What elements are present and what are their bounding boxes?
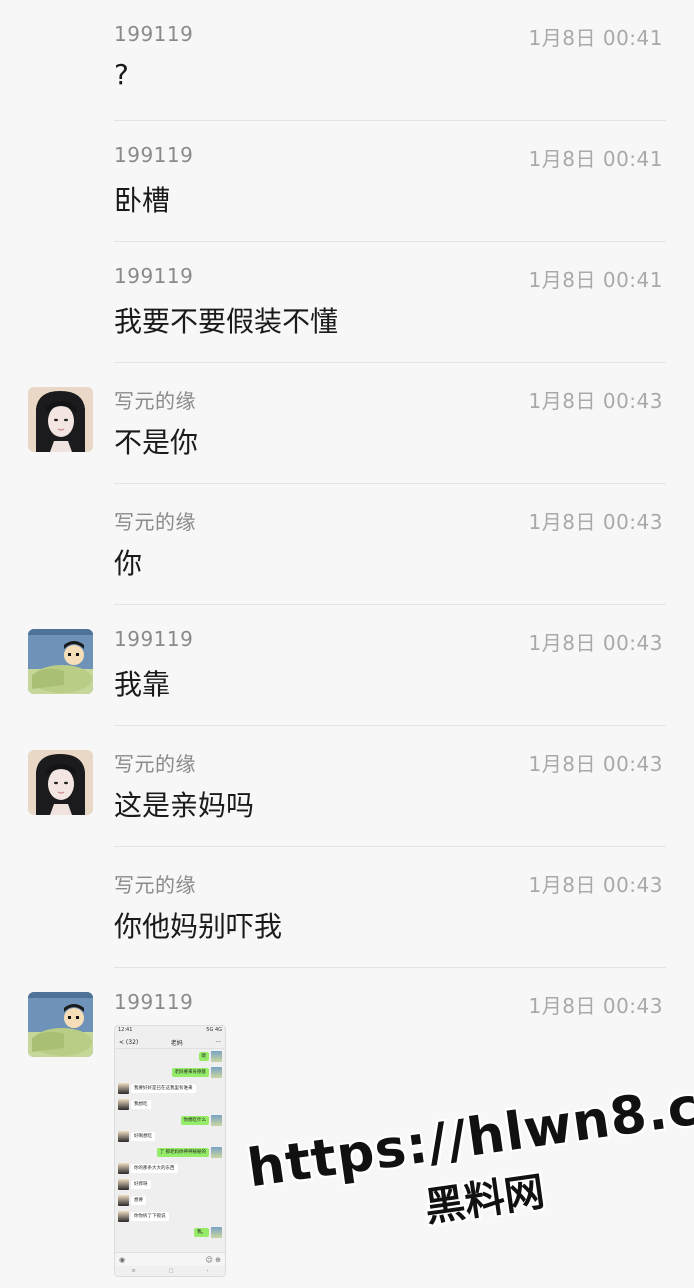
thumbnail-chat-header: < (32) 老妈 ···	[115, 1036, 225, 1049]
message-text[interactable]: ?	[114, 58, 129, 91]
thumbnail-nav-home-icon: □	[168, 1268, 174, 1274]
thumbnail-avatar	[211, 1067, 222, 1078]
sender-name: 199119	[114, 264, 194, 288]
thumbnail-bubble: 我。	[194, 1228, 209, 1237]
thumbnail-avatar	[211, 1227, 222, 1238]
chat-message[interactable]: 199119 1月8日 00:41 卧槽	[0, 121, 694, 242]
thumbnail-bubble: 好啊想吃	[131, 1132, 155, 1141]
sender-name: 199119	[114, 22, 194, 46]
thumbnail-nav-back-icon: ‹	[206, 1268, 209, 1274]
chat-history-list: 199119 1月8日 00:41 ? 199119 1月8日 00:41 卧槽…	[0, 0, 694, 1288]
thumbnail-time: 12:41	[118, 1027, 133, 1033]
thumbnail-message-row: 你你拆了下锁说	[115, 1210, 225, 1225]
message-time: 1月8日 00:41	[528, 268, 663, 292]
chat-message[interactable]: 写元的缘 1月8日 00:43 你	[0, 484, 694, 605]
thumbnail-message-row: 我。	[115, 1226, 225, 1241]
sender-name: 199119	[114, 627, 194, 651]
sender-name: 写元的缘	[114, 389, 196, 413]
thumbnail-bubble: 老妈要来肯德基	[171, 1068, 209, 1077]
chat-message[interactable]: 199119 1月8日 00:43	[0, 968, 694, 1288]
thumbnail-avatar	[118, 1211, 129, 1222]
girl-avatar[interactable]	[28, 387, 93, 452]
thumbnail-back: < (32)	[119, 1038, 139, 1046]
sender-name: 写元的缘	[114, 752, 196, 776]
message-time: 1月8日 00:43	[528, 752, 663, 776]
thumbnail-title: 老妈	[170, 1039, 183, 1047]
thumbnail-avatar	[211, 1051, 222, 1062]
thumbnail-input-bar: ◉ ☺ ⊕	[115, 1252, 225, 1266]
message-text[interactable]: 我要不要假装不懂	[114, 300, 338, 340]
thumbnail-avatar	[118, 1163, 129, 1174]
message-text[interactable]: 你	[114, 542, 142, 582]
message-time: 1月8日 00:43	[528, 631, 663, 655]
thumbnail-signal: 5G 4G	[206, 1027, 222, 1033]
message-text[interactable]: 卧槽	[114, 179, 170, 219]
chat-message[interactable]: 写元的缘 1月8日 00:43 不是你	[0, 363, 694, 484]
thumbnail-bubble: 你的那条大大的东西	[131, 1164, 178, 1173]
chat-message[interactable]: 写元的缘 1月8日 00:43 你他妈别吓我	[0, 847, 694, 968]
thumbnail-avatar	[118, 1099, 129, 1110]
thumbnail-bubble: 你想吃什么	[180, 1116, 209, 1125]
thumbnail-avatar	[211, 1147, 222, 1158]
thumbnail-message-row: 你的那条大大的东西	[115, 1162, 225, 1177]
cartoon-avatar[interactable]	[28, 629, 93, 694]
thumbnail-message-row: 老妈要来肯德基	[115, 1066, 225, 1081]
image-message-thumbnail[interactable]: 12:41 5G 4G < (32) 老妈 ··· 嗯老妈要来肯德基我要好好是已…	[114, 1025, 226, 1277]
thumbnail-avatar	[118, 1131, 129, 1142]
thumbnail-avatar	[118, 1179, 129, 1190]
thumbnail-bubble: 你你拆了下锁说	[131, 1212, 169, 1221]
thumbnail-message-row: 我想吃	[115, 1098, 225, 1113]
thumbnail-nav-bar: ≡ □ ‹	[115, 1266, 225, 1276]
message-time: 1月8日 00:43	[528, 994, 663, 1018]
message-time: 1月8日 00:41	[528, 147, 663, 171]
thumbnail-message-row: 你想吃什么	[115, 1114, 225, 1129]
sender-name: 199119	[114, 143, 194, 167]
message-text[interactable]: 不是你	[114, 421, 198, 461]
thumbnail-bubble: 我想吃	[131, 1100, 151, 1109]
chat-message[interactable]: 写元的缘 1月8日 00:43 这是亲妈吗	[0, 726, 694, 847]
thumbnail-status-bar: 12:41 5G 4G	[115, 1026, 225, 1036]
thumbnail-bubble: 了 那老妈你神神秘秘的	[156, 1148, 209, 1157]
girl-avatar[interactable]	[28, 750, 93, 815]
sender-name: 写元的缘	[114, 873, 196, 897]
thumbnail-voice-icon: ◉	[119, 1255, 126, 1264]
thumbnail-bubble: 想要	[131, 1196, 146, 1205]
thumbnail-more-icon: ···	[215, 1038, 221, 1046]
thumbnail-message-row: 好啊想吃	[115, 1130, 225, 1145]
sender-name: 199119	[114, 990, 194, 1014]
thumbnail-message-list: 嗯老妈要来肯德基我要好好是已在这我里有谁来 我想吃你想吃什么好啊想吃了 那老妈你神…	[115, 1050, 225, 1241]
thumbnail-message-row: 好痒呀	[115, 1178, 225, 1193]
chat-message[interactable]: 199119 1月8日 00:43 我靠	[0, 605, 694, 726]
message-time: 1月8日 00:43	[528, 389, 663, 413]
cartoon-avatar[interactable]	[28, 992, 93, 1057]
message-time: 1月8日 00:41	[528, 26, 663, 50]
sender-name: 写元的缘	[114, 510, 196, 534]
chat-message[interactable]: 199119 1月8日 00:41 ?	[0, 0, 694, 121]
thumbnail-bubble: 嗯	[198, 1052, 209, 1061]
thumbnail-avatar	[211, 1115, 222, 1126]
chat-message[interactable]: 199119 1月8日 00:41 我要不要假装不懂	[0, 242, 694, 363]
thumbnail-avatar	[118, 1083, 129, 1094]
thumbnail-nav-menu-icon: ≡	[131, 1268, 136, 1274]
thumbnail-avatar	[118, 1195, 129, 1206]
message-text[interactable]: 你他妈别吓我	[114, 905, 282, 945]
message-text[interactable]: 这是亲妈吗	[114, 784, 254, 824]
message-text[interactable]: 我靠	[114, 663, 170, 703]
thumbnail-emoji-plus-icons: ☺ ⊕	[205, 1255, 221, 1264]
message-time: 1月8日 00:43	[528, 510, 663, 534]
thumbnail-message-row: 了 那老妈你神神秘秘的	[115, 1146, 225, 1161]
thumbnail-message-row: 我要好好是已在这我里有谁来	[115, 1082, 225, 1097]
thumbnail-bubble: 我要好好是已在这我里有谁来	[131, 1084, 196, 1093]
thumbnail-bubble: 好痒呀	[131, 1180, 151, 1189]
thumbnail-message-row: 嗯	[115, 1050, 225, 1065]
thumbnail-message-row: 想要	[115, 1194, 225, 1209]
message-time: 1月8日 00:43	[528, 873, 663, 897]
